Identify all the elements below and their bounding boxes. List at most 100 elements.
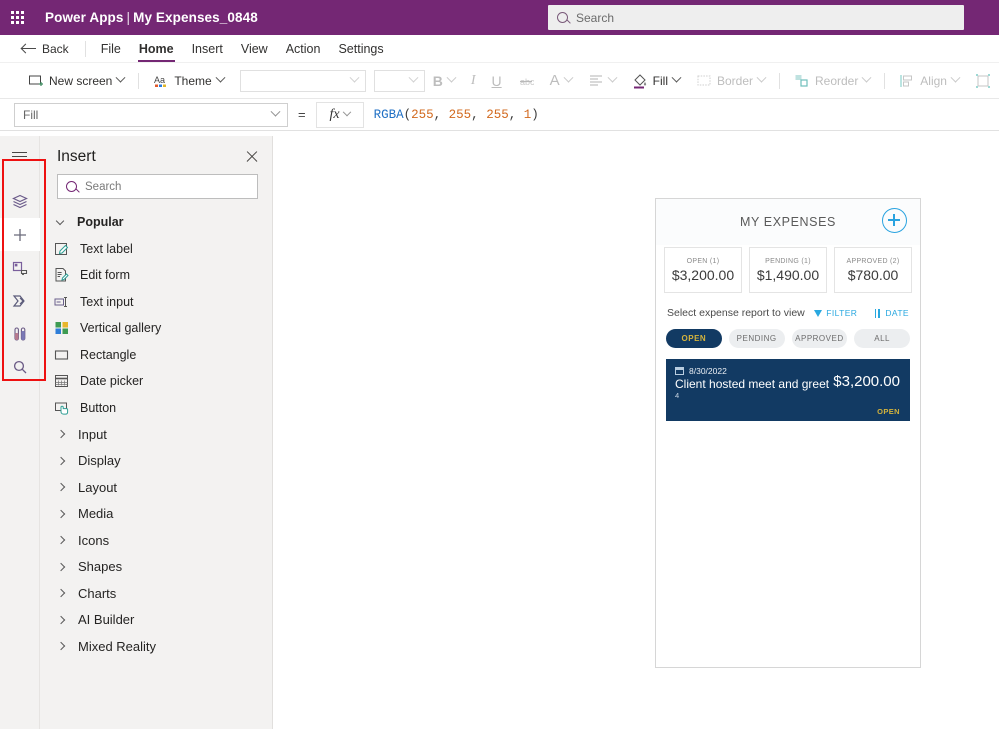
strikethrough-button[interactable]: abc xyxy=(510,67,542,95)
insert-category-media[interactable]: Media xyxy=(40,501,272,528)
font-size-select[interactable] xyxy=(373,69,425,92)
menu-item-file[interactable]: File xyxy=(92,35,130,63)
tab-approved[interactable]: APPROVED xyxy=(791,329,848,348)
insert-group-popular[interactable]: Popular xyxy=(40,209,272,236)
tab-all[interactable]: ALL xyxy=(854,329,910,348)
chevron-down-icon xyxy=(349,72,360,83)
close-icon[interactable] xyxy=(245,150,259,164)
expense-list-item[interactable]: 8/30/2022 Client hosted meet and greet 4… xyxy=(666,359,910,421)
insert-search-input[interactable]: Search xyxy=(57,174,258,199)
rail-item-insert[interactable] xyxy=(0,218,40,251)
menu-item-settings[interactable]: Settings xyxy=(329,35,392,63)
new-screen-button[interactable]: New screen xyxy=(20,67,132,95)
rail-item-variables[interactable] xyxy=(0,317,40,350)
stat-card-open[interactable]: OPEN (1) $3,200.00 xyxy=(664,247,742,293)
insert-category-mixed-reality[interactable]: Mixed Reality xyxy=(40,633,272,660)
font-color-button[interactable]: A xyxy=(542,67,580,95)
paint-bucket-icon xyxy=(633,73,646,88)
bold-button[interactable]: B xyxy=(425,67,463,95)
expense-title: Client hosted meet and greet xyxy=(675,377,830,391)
formula-input[interactable]: RGBA(255, 255, 255, 1) xyxy=(374,108,539,122)
insert-category-icons[interactable]: Icons xyxy=(40,527,272,554)
fx-button[interactable]: fx xyxy=(315,101,364,128)
insert-category-shapes[interactable]: Shapes xyxy=(40,554,272,581)
insert-panel-title: Insert xyxy=(57,148,96,165)
formula-close-paren: ) xyxy=(531,107,539,122)
filter-label: FILTER xyxy=(826,308,858,318)
insert-item-button[interactable]: Button xyxy=(40,395,272,422)
stats-row: OPEN (1) $3,200.00 PENDING (1) $1,490.00… xyxy=(656,245,920,293)
stat-value: $1,490.00 xyxy=(756,266,820,283)
hamburger-icon xyxy=(12,151,27,162)
filter-button[interactable]: FILTER xyxy=(814,308,857,318)
property-select[interactable]: Fill xyxy=(14,102,288,127)
global-search-input[interactable]: Search xyxy=(548,5,964,30)
insert-item-text-input[interactable]: Text input xyxy=(40,289,272,316)
back-button[interactable]: Back xyxy=(22,42,79,56)
insert-item-date-picker[interactable]: Date picker xyxy=(40,368,272,395)
phone-preview[interactable]: MY EXPENSES OPEN (1) $3,200.00 PENDING (… xyxy=(655,198,921,668)
menu-item-view[interactable]: View xyxy=(232,35,277,63)
insert-category-label: Layout xyxy=(78,479,118,495)
vertical-gallery-icon xyxy=(55,322,68,335)
italic-button[interactable]: I xyxy=(463,67,484,95)
fill-button[interactable]: Fill xyxy=(624,67,688,95)
add-expense-button[interactable] xyxy=(882,208,907,233)
insert-category-label: Icons xyxy=(78,532,110,548)
waffle-menu-button[interactable] xyxy=(0,0,34,35)
insert-item-text-label[interactable]: Text label xyxy=(40,236,272,263)
waffle-grid-icon xyxy=(10,11,24,24)
search-icon xyxy=(13,360,26,373)
insert-category-label: Media xyxy=(78,506,114,522)
insert-category-ai-builder[interactable]: AI Builder xyxy=(40,607,272,634)
strikethrough-icon: abc xyxy=(519,77,534,87)
insert-category-layout[interactable]: Layout xyxy=(40,474,272,501)
insert-category-input[interactable]: Input xyxy=(40,421,272,448)
date-picker-icon xyxy=(55,375,68,388)
menu-item-action[interactable]: Action xyxy=(277,35,330,63)
border-icon xyxy=(697,75,711,85)
formula-arg-0: 255 xyxy=(411,107,434,122)
reorder-button[interactable]: Reorder xyxy=(786,67,878,95)
insert-item-rectangle[interactable]: Rectangle xyxy=(40,342,272,369)
formula-bar: Fill = fx RGBA(255, 255, 255, 1) xyxy=(0,99,999,131)
chevron-right-icon xyxy=(56,509,66,518)
chevron-right-icon xyxy=(56,456,66,465)
insert-category-label: Charts xyxy=(78,585,117,601)
variables-icon xyxy=(13,326,25,341)
app-canvas[interactable]: MY EXPENSES OPEN (1) $3,200.00 PENDING (… xyxy=(273,136,999,729)
rail-item-tree-view[interactable] xyxy=(0,185,40,218)
expense-date: 8/30/2022 xyxy=(689,366,727,376)
fill-label: Fill xyxy=(652,73,668,88)
stat-card-approved[interactable]: APPROVED (2) $780.00 xyxy=(834,247,912,293)
font-family-select[interactable] xyxy=(239,69,366,92)
border-label: Border xyxy=(717,73,754,88)
rail-item-search[interactable] xyxy=(0,350,40,383)
border-button[interactable]: Border xyxy=(688,67,773,95)
rail-item-data[interactable] xyxy=(0,251,40,284)
insert-item-edit-form[interactable]: Edit form xyxy=(40,262,272,289)
stat-card-pending[interactable]: PENDING (1) $1,490.00 xyxy=(749,247,827,293)
align-button[interactable]: Align xyxy=(891,67,967,95)
chevron-down-icon xyxy=(607,72,618,83)
chevron-down-icon xyxy=(756,72,767,83)
rail-menu-button[interactable] xyxy=(0,140,40,173)
date-label: DATE xyxy=(885,308,909,318)
menu-item-home[interactable]: Home xyxy=(130,35,183,63)
group-button[interactable] xyxy=(967,67,999,95)
date-sort-button[interactable]: DATE xyxy=(873,308,909,318)
stat-label: OPEN (1) xyxy=(686,257,720,265)
rail-item-power-automate[interactable] xyxy=(0,284,40,317)
tab-open[interactable]: OPEN xyxy=(666,329,722,348)
menu-item-insert[interactable]: Insert xyxy=(183,35,232,63)
main-area: Insert Search Popular Text label Edit fo… xyxy=(0,136,999,729)
chevron-down-icon xyxy=(446,72,457,83)
insert-category-charts[interactable]: Charts xyxy=(40,580,272,607)
theme-button[interactable]: Aa Theme xyxy=(145,67,231,95)
underline-button[interactable]: U xyxy=(484,67,510,95)
text-align-button[interactable] xyxy=(580,67,624,95)
insert-item-vertical-gallery[interactable]: Vertical gallery xyxy=(40,315,272,342)
tab-pending[interactable]: PENDING xyxy=(728,329,785,348)
insert-category-display[interactable]: Display xyxy=(40,448,272,475)
app-name: My Expenses_0848 xyxy=(133,10,258,25)
